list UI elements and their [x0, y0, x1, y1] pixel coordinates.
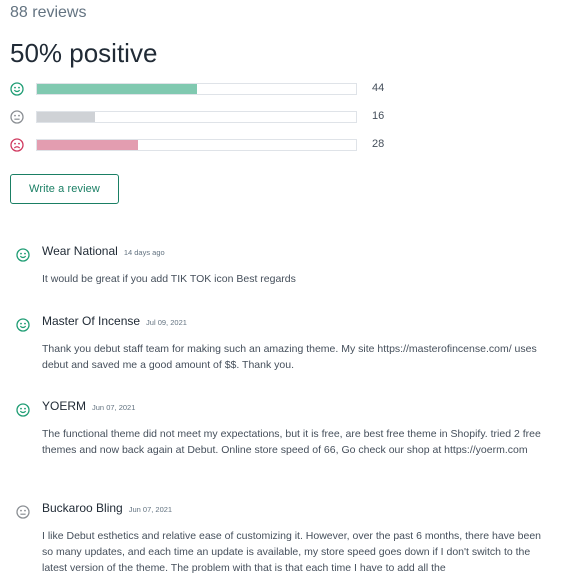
- write-review-button[interactable]: Write a review: [10, 174, 119, 204]
- rating-bar-track: [36, 83, 357, 95]
- positive-percentage: 50% positive: [10, 38, 158, 68]
- review-date: 14 days ago: [123, 248, 165, 257]
- rating-row-neutral[interactable]: 16: [10, 109, 410, 125]
- review-author: Master Of Incense Jul 09, 2021: [42, 314, 187, 328]
- review-author: YOERM Jun 07, 2021: [42, 399, 135, 413]
- review-date: Jun 07, 2021: [92, 403, 136, 412]
- rating-count: 44: [372, 82, 385, 94]
- review-date: Jun 07, 2021: [128, 505, 173, 514]
- neutral-face-icon: [10, 110, 24, 124]
- reviews-count: 88 reviews: [10, 4, 87, 21]
- smile-icon: [10, 82, 24, 96]
- review-author-name: Buckaroo Bling: [42, 501, 123, 515]
- rating-count: 28: [372, 138, 385, 150]
- rating-bar-fill: [37, 84, 197, 94]
- rating-bar-fill: [37, 140, 139, 150]
- rating-count: 16: [372, 110, 385, 122]
- review-date: Jul 09, 2021: [146, 318, 187, 327]
- frown-face-icon: [10, 138, 24, 152]
- rating-bar-track: [36, 111, 357, 123]
- review-text: I like Debut esthetics and relative ease…: [42, 530, 542, 574]
- rating-bar-fill: [37, 112, 96, 122]
- smile-icon: [16, 248, 30, 262]
- rating-row-positive[interactable]: 44: [10, 81, 410, 97]
- review-author: Wear National 14 days ago: [42, 244, 165, 258]
- smile-icon: [16, 403, 30, 417]
- rating-row-negative[interactable]: 28: [10, 137, 410, 153]
- review-text: The functional theme did not meet my exp…: [42, 428, 541, 456]
- review-author-name: Wear National: [42, 244, 118, 258]
- smile-icon: [16, 318, 30, 332]
- review-text: It would be great if you add TIK TOK ico…: [42, 273, 296, 285]
- neutral-face-icon: [16, 505, 30, 519]
- review-text: Thank you debut staff team for making su…: [42, 343, 537, 371]
- review-author: Buckaroo Bling Jun 07, 2021: [42, 501, 172, 515]
- review-author-name: YOERM: [42, 399, 87, 413]
- review-author-name: Master Of Incense: [42, 314, 141, 328]
- rating-bar-track: [36, 139, 357, 151]
